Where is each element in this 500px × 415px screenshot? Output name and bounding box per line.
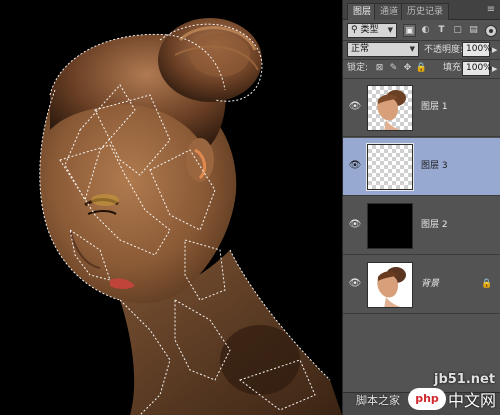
lock-label: 锁定: bbox=[347, 63, 369, 73]
chevron-down-icon[interactable]: ▶ bbox=[492, 43, 497, 58]
adjustment-filter-icon[interactable]: ◐ bbox=[419, 24, 432, 37]
layer-row[interactable]: 👁 背景 🔒 bbox=[343, 256, 500, 314]
layer-thumbnail bbox=[366, 143, 414, 191]
watermark-text: 中文网 bbox=[448, 391, 497, 410]
portrait-image bbox=[39, 18, 342, 415]
chevron-down-icon[interactable]: ▶ bbox=[492, 62, 497, 77]
kind-label: 类型 bbox=[360, 25, 379, 35]
layer-thumbnail bbox=[367, 203, 413, 249]
watermark-url: jb51.net bbox=[434, 372, 496, 387]
lock-row: 锁定: ⊠ ✎ ✥ 🔒 填充: 100% ▶ bbox=[343, 60, 500, 78]
layers-panel: 图层 通道 历史记录 ≡ ⚲ 类型 ▼ ▣ ◐ T ▢ ▤ 正常 ▼ 不透明度:… bbox=[342, 0, 500, 415]
blend-mode-value: 正常 bbox=[351, 44, 370, 54]
tab-channels[interactable]: 通道 bbox=[374, 3, 405, 20]
layer-name[interactable]: 图层 1 bbox=[421, 101, 448, 114]
layer-thumbnail bbox=[367, 262, 413, 308]
panel-tabbar: 图层 通道 历史记录 ≡ bbox=[343, 0, 500, 20]
chevron-down-icon: ▼ bbox=[409, 45, 415, 53]
shape-filter-icon[interactable]: ▢ bbox=[451, 24, 464, 37]
panel-menu-icon[interactable]: ≡ bbox=[485, 4, 497, 15]
layer-name[interactable]: 图层 3 bbox=[421, 160, 448, 173]
chevron-down-icon: ▼ bbox=[387, 26, 393, 34]
layer-kind-filter[interactable]: ⚲ 类型 ▼ bbox=[347, 23, 397, 38]
eye-icon[interactable]: 👁 bbox=[348, 278, 362, 290]
fill-label: 填充: bbox=[443, 63, 465, 73]
filter-toggle[interactable] bbox=[485, 25, 497, 37]
eye-icon[interactable]: 👁 bbox=[348, 219, 362, 231]
eye-icon[interactable]: 👁 bbox=[348, 160, 362, 172]
document-canvas[interactable] bbox=[0, 0, 342, 415]
layer-row-selected[interactable]: 👁 图层 3 bbox=[343, 138, 500, 196]
lock-position-icon[interactable]: ✥ bbox=[401, 62, 414, 75]
text-filter-icon[interactable]: T bbox=[435, 24, 448, 37]
watermark-badge: php bbox=[408, 388, 446, 410]
blend-mode-select[interactable]: 正常 ▼ bbox=[347, 42, 419, 57]
eye-icon[interactable]: 👁 bbox=[348, 101, 362, 113]
lock-transparent-icon[interactable]: ⊠ bbox=[373, 62, 386, 75]
opacity-label: 不透明度: bbox=[424, 45, 464, 55]
image-filter-icon[interactable]: ▣ bbox=[403, 24, 416, 37]
tab-layers[interactable]: 图层 bbox=[347, 3, 378, 20]
layer-thumbnail bbox=[367, 85, 413, 131]
watermark-cn: 脚本之家 bbox=[356, 394, 400, 407]
lock-icon: 🔒 bbox=[481, 279, 493, 289]
layer-row[interactable]: 👁 图层 2 bbox=[343, 197, 500, 255]
layer-name[interactable]: 图层 2 bbox=[421, 219, 448, 232]
lock-pixels-icon[interactable]: ✎ bbox=[387, 62, 400, 75]
layer-name[interactable]: 背景 bbox=[421, 278, 439, 291]
search-icon: ⚲ bbox=[351, 25, 358, 35]
blend-row: 正常 ▼ 不透明度: 100% ▶ bbox=[343, 41, 500, 59]
lock-all-icon[interactable]: 🔒 bbox=[415, 62, 428, 75]
smartobject-filter-icon[interactable]: ▤ bbox=[467, 24, 480, 37]
layer-row[interactable]: 👁 图层 1 bbox=[343, 79, 500, 137]
tab-history[interactable]: 历史记录 bbox=[401, 3, 450, 20]
opacity-input[interactable]: 100% bbox=[462, 42, 492, 57]
filter-row: ⚲ 类型 ▼ ▣ ◐ T ▢ ▤ bbox=[343, 22, 500, 40]
fill-input[interactable]: 100% bbox=[462, 61, 492, 76]
